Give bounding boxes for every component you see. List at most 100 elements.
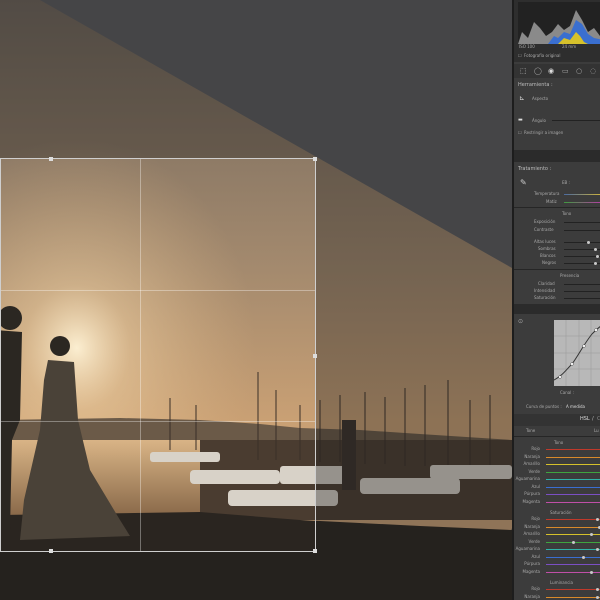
temperature-label: Temperatura (534, 191, 560, 196)
photo-canvas[interactable] (0, 0, 512, 600)
sat-slider-0[interactable] (546, 519, 600, 520)
sat-knob-7[interactable] (590, 570, 593, 574)
histogram-focal: 24 mm (562, 44, 577, 49)
sat-knob-0[interactable] (596, 518, 599, 521)
hue-slider-1[interactable] (546, 456, 600, 458)
highlights-knob[interactable] (587, 241, 590, 244)
lum-label-0: Rojo (531, 586, 540, 591)
hue-label-6: Púrpura (524, 491, 540, 496)
tone-curve-graph[interactable] (554, 320, 600, 386)
aspect-lock-icon[interactable]: ⊾ (519, 94, 525, 102)
aspect-label: Aspecto (532, 96, 549, 101)
crop-tool-icon[interactable]: ⬚ (520, 67, 527, 75)
crop-frame[interactable] (0, 157, 317, 553)
lum-knob-0[interactable] (596, 588, 599, 591)
lum-knob-1[interactable] (596, 595, 599, 599)
hsl-subtab-lu[interactable]: Lu (594, 428, 599, 433)
tone-curve-header[interactable] (514, 304, 600, 314)
sat-label-3: Verde (528, 538, 540, 544)
luminance-section-label: Luminancia (550, 580, 573, 585)
contrast-slider[interactable] (564, 230, 600, 231)
shadows-label: Sombras (538, 246, 556, 251)
blacks-knob[interactable] (594, 262, 597, 265)
hue-label-1: Naranja (524, 453, 540, 459)
crop-handle-bottom-right[interactable] (313, 549, 317, 553)
crop-handle-right[interactable] (313, 354, 317, 358)
constrain-label: Restringir a imagen (524, 130, 564, 135)
sat-slider-5[interactable] (546, 556, 600, 558)
histogram-panel: ISO 100 24 mm ☐ Fotografía original (514, 0, 600, 62)
hue-slider-7[interactable] (546, 501, 600, 503)
sat-slider-1[interactable] (546, 526, 600, 528)
angle-slider[interactable] (552, 120, 600, 121)
sat-slider-6[interactable] (546, 564, 600, 565)
sat-knob-2[interactable] (590, 533, 593, 536)
hue-slider-3[interactable] (546, 471, 600, 473)
radial-filter-icon[interactable]: ○ (576, 67, 582, 75)
tab-separator: / (592, 416, 594, 422)
point-curve-value[interactable]: A medida (566, 404, 585, 409)
curve-adjust-icon[interactable]: ⊙ (518, 318, 523, 325)
hue-label-3: Verde (528, 468, 540, 474)
original-photo-checkbox[interactable]: ☐ (518, 53, 522, 58)
hue-slider-6[interactable] (546, 494, 600, 495)
tone-label: Tono (562, 211, 572, 216)
crop-handle-top[interactable] (49, 157, 53, 161)
lum-slider-0[interactable] (546, 589, 600, 590)
vibrance-slider[interactable] (564, 291, 600, 292)
sat-knob-5[interactable] (582, 555, 585, 559)
eyedropper-icon[interactable]: ✎ (520, 178, 527, 187)
crop-grid-line (1, 290, 315, 291)
clarity-label: Claridad (538, 281, 555, 286)
exposure-slider[interactable] (564, 222, 600, 223)
hue-slider-0[interactable] (546, 449, 600, 450)
hue-slider-5[interactable] (546, 486, 600, 488)
constrain-checkbox[interactable]: ☐ (518, 130, 522, 135)
tab-hsl[interactable]: HSL (580, 416, 590, 422)
hsl-panel: Tone Lu Tono Rojo Naranja Amarillo Verde Agu… (514, 426, 600, 600)
basic-panel: Tratamiento : ✎ EB : Temperatura Matiz T… (514, 164, 600, 304)
sat-label-6: Púrpura (524, 561, 540, 566)
exposure-label: Exposición (534, 219, 556, 224)
spot-removal-icon[interactable]: ◯ (534, 67, 542, 75)
clarity-slider[interactable] (564, 284, 600, 285)
sat-label-4: Aguamarina (515, 546, 540, 551)
crop-handle-top-right[interactable] (313, 157, 317, 161)
hue-slider-4[interactable] (546, 479, 600, 480)
channel-label: Canal : (560, 390, 574, 395)
hue-label-2: Amarillo (523, 461, 540, 466)
brush-icon[interactable]: ◌ (590, 67, 596, 75)
basic-panel-header[interactable] (514, 150, 600, 162)
treatment-label: Tratamiento : (518, 166, 552, 172)
sat-label-5: Azul (531, 553, 540, 559)
saturation-slider[interactable] (564, 298, 600, 299)
whites-slider[interactable] (564, 256, 600, 257)
crop-grid-line (1, 421, 315, 422)
angle-label: Ángulo (532, 118, 546, 123)
hue-slider-2[interactable] (546, 464, 600, 465)
hue-section-label: Tono (554, 440, 564, 445)
red-eye-icon[interactable]: ◉ (548, 67, 554, 75)
sat-knob-4[interactable] (596, 548, 599, 551)
sat-label-1: Naranja (524, 523, 540, 529)
blacks-label: Negros (542, 260, 557, 265)
tint-slider[interactable] (564, 202, 600, 203)
histogram-iso: ISO 100 (519, 44, 535, 49)
angle-straighten-icon[interactable]: ▬ (518, 117, 523, 123)
crop-handle-bottom[interactable] (49, 549, 53, 553)
temperature-slider[interactable] (564, 194, 600, 195)
original-photo-label: Fotografía original (524, 53, 561, 58)
shadows-knob[interactable] (594, 248, 597, 251)
saturation-label: Saturación (534, 295, 556, 300)
graduated-filter-icon[interactable]: ▭ (562, 67, 569, 75)
hue-label-5: Azul (531, 483, 540, 489)
lum-slider-1[interactable] (546, 596, 600, 598)
sat-label-0: Rojo (531, 516, 540, 521)
highlights-slider[interactable] (564, 242, 600, 243)
lum-label-1: Naranja (524, 593, 540, 599)
hsl-subtab-tone[interactable]: Tone (526, 428, 535, 433)
sat-knob-3[interactable] (572, 540, 575, 544)
sat-slider-4[interactable] (546, 549, 600, 550)
tool-title: Herramienta : (518, 82, 553, 88)
whites-knob[interactable] (596, 255, 599, 258)
